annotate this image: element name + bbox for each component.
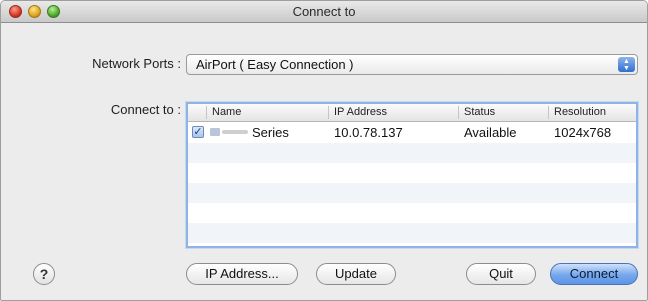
window-title: Connect to (292, 4, 356, 19)
network-ports-selected-value: AirPort ( Easy Connection ) (196, 57, 354, 72)
column-header-ip-address[interactable]: IP Address (334, 106, 387, 121)
help-button[interactable]: ? (33, 263, 55, 285)
device-table[interactable]: Name IP Address Status Resolution ✓ Seri… (186, 102, 638, 248)
device-logo-icon (210, 128, 220, 136)
table-header: Name IP Address Status Resolution (188, 104, 636, 122)
device-resolution: 1024x768 (554, 125, 612, 140)
empty-row-stripe (188, 223, 636, 243)
column-header-resolution[interactable]: Resolution (554, 106, 606, 121)
quit-button[interactable]: Quit (466, 263, 536, 285)
column-header-status[interactable]: Status (464, 106, 495, 121)
device-ip-address: 10.0.78.137 (334, 125, 403, 140)
redacted-model-text (222, 130, 248, 134)
column-separator (458, 106, 459, 119)
connect-to-label: Connect to : (110, 102, 181, 117)
column-header-name[interactable]: Name (212, 106, 241, 121)
title-bar[interactable]: Connect to (1, 1, 647, 23)
up-down-arrows-icon: ▲ ▼ (618, 57, 635, 72)
column-separator (328, 106, 329, 119)
table-row[interactable]: ✓ Series 10.0.78.137 Available 1024x768 (188, 123, 636, 143)
column-separator (206, 106, 207, 119)
connect-button[interactable]: Connect (550, 263, 638, 285)
device-status: Available (464, 125, 517, 140)
row-checkbox[interactable]: ✓ (192, 126, 204, 138)
device-name: Series (252, 125, 289, 140)
network-ports-label: Network Ports : (92, 56, 181, 71)
network-ports-popup[interactable]: AirPort ( Easy Connection ) ▲ ▼ (186, 54, 638, 75)
empty-row-stripe (188, 143, 636, 163)
ip-address-button[interactable]: IP Address... (186, 263, 298, 285)
update-button[interactable]: Update (316, 263, 396, 285)
connect-to-window: Connect to Network Ports : AirPort ( Eas… (0, 0, 648, 301)
empty-row-stripe (188, 183, 636, 203)
column-separator (548, 106, 549, 119)
